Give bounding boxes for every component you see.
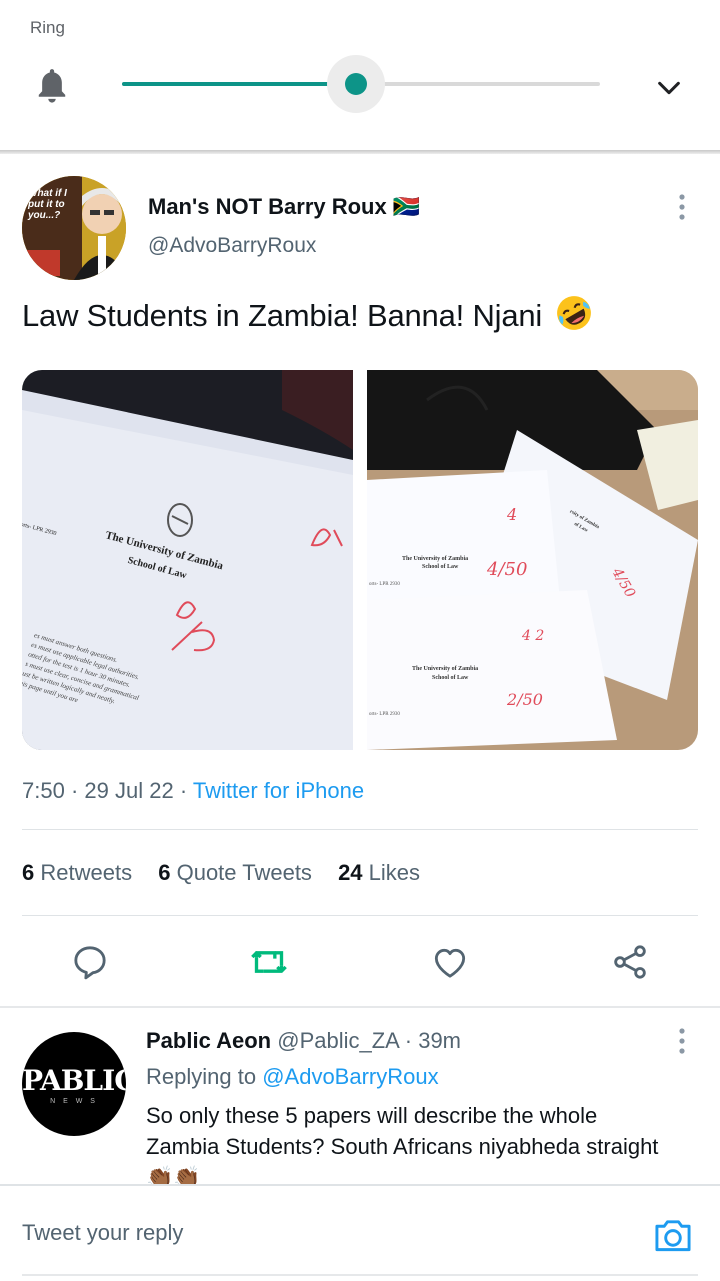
tweet-text: Law Students in Zambia! Banna! Njani [22, 294, 593, 334]
paper-score: 2/50 [506, 690, 543, 709]
reply-handle[interactable]: @Pablic_ZA [277, 1028, 398, 1053]
replying-mention-link[interactable]: @AdvoBarryRoux [262, 1064, 438, 1089]
slider-fill [122, 82, 357, 86]
ring-volume-slider[interactable] [122, 55, 600, 113]
compose-bar [0, 1184, 720, 1281]
rolling-on-floor-laughing-icon [556, 296, 591, 330]
reply-text: So only these 5 papers will describe the… [146, 1103, 659, 1184]
paper-course-lower: orts- LPR 2930 [369, 712, 400, 717]
reply-avatar[interactable]: PABLIC N E W S [22, 1032, 126, 1136]
replying-prefix: Replying to [146, 1064, 257, 1089]
compose-divider [22, 1274, 698, 1276]
paper-heading-1: The University of Zambia [402, 556, 468, 562]
paper-score: 4/50 [486, 559, 527, 580]
avatar[interactable]: What if I put it to you...? [22, 176, 126, 280]
ring-label: Ring [30, 18, 65, 37]
quote-tweets-stat[interactable]: 6 Quote Tweets [158, 860, 312, 885]
camera-icon[interactable] [652, 1216, 694, 1254]
chevron-down-icon[interactable] [654, 74, 684, 102]
paper-mark: 4 2 [521, 628, 544, 644]
media-grid[interactable]: The University of Zambia School of Law o… [22, 370, 698, 750]
bell-icon[interactable] [33, 66, 71, 106]
tweet-timestamp: 7:50 · 29 Jul 22 · Twitter for iPhone [22, 778, 365, 803]
tweet-source-link[interactable]: Twitter for iPhone [193, 778, 364, 803]
retweets-stat[interactable]: 6 Retweets [22, 860, 132, 885]
likes-stat[interactable]: 24 Likes [338, 860, 420, 885]
avatar-caption: What if I put it to you...? [28, 188, 67, 221]
tweet-stats: 6 Retweets 6 Quote Tweets 24 Likes [22, 860, 440, 886]
paper-heading-2: School of Law [422, 564, 459, 570]
handle[interactable]: @AdvoBarryRoux [148, 234, 316, 258]
retweet-icon[interactable] [249, 942, 289, 982]
paper-course: orts- LPR 2930 [369, 582, 400, 587]
tweet-date: 29 Jul 22 [84, 778, 174, 803]
replying-to: Replying to @AdvoBarryRoux [146, 1064, 439, 1090]
paper-heading-2-lower: School of Law [432, 675, 469, 681]
volume-panel: Ring [0, 0, 720, 152]
paper-heading-1-lower: The University of Zambia [412, 666, 478, 672]
panel-shadow [0, 150, 720, 154]
tweet-text-body: Law Students in Zambia! Banna! Njani [22, 298, 543, 333]
reply-display-name[interactable]: Pablic Aeon [146, 1028, 271, 1053]
paper-mark: 4 [506, 505, 517, 524]
reply-more-options-icon[interactable] [672, 1026, 692, 1056]
thread-separator [0, 1006, 720, 1008]
divider [22, 915, 698, 916]
reply-input[interactable] [22, 1220, 622, 1246]
exam-paper-photo-left[interactable]: The University of Zambia School of Law o… [22, 370, 353, 750]
reply-header: Pablic Aeon @Pablic_ZA · 39m [146, 1028, 461, 1053]
tweet-time: 7:50 [22, 778, 65, 803]
divider [22, 829, 698, 830]
display-name[interactable]: Man's NOT Barry Roux 🇿🇦 [148, 194, 420, 220]
reply-avatar-sub: N E W S [50, 1098, 98, 1105]
reply-icon[interactable] [70, 942, 110, 982]
exam-paper-photo-right[interactable]: The University of Zambia School of Law T… [367, 370, 698, 750]
share-icon[interactable] [610, 942, 650, 982]
reply-time: 39m [418, 1028, 461, 1053]
more-options-icon[interactable] [672, 192, 692, 222]
like-icon[interactable] [430, 942, 470, 982]
reply-avatar-logo: PABLIC [22, 1064, 126, 1097]
